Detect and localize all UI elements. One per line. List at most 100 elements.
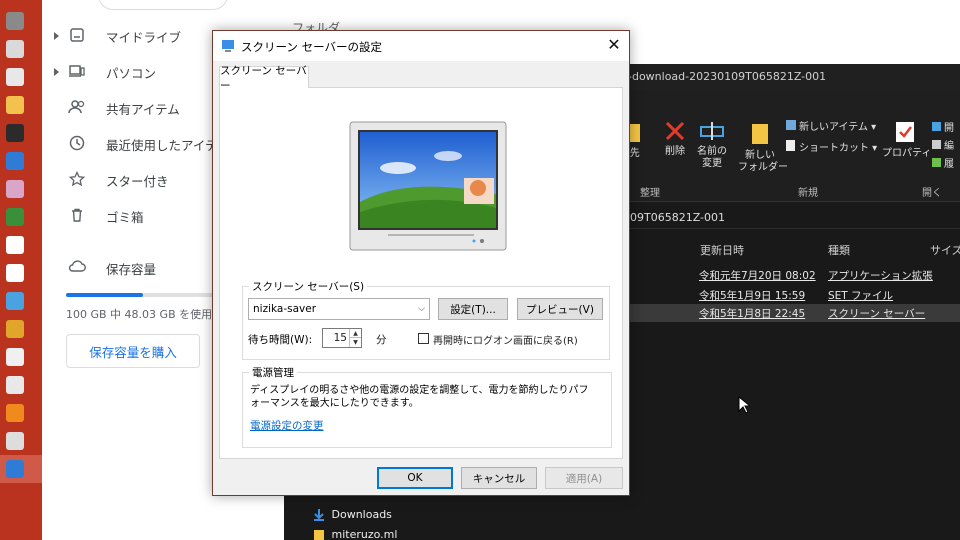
power-settings-link[interactable]: 電源設定の変更	[250, 418, 324, 433]
screensaver-app-icon[interactable]	[6, 460, 24, 478]
monitor-app-icon[interactable]	[6, 152, 24, 170]
window-app-icon[interactable]	[6, 292, 24, 310]
shortcut-button[interactable]: ショートカット ▾	[786, 140, 877, 155]
delete-label: 削除	[665, 146, 685, 157]
screensaver-title-icon	[222, 40, 234, 52]
colorful-app-icon[interactable]	[6, 320, 24, 338]
properties-icon	[896, 122, 914, 142]
history-icon	[932, 158, 941, 167]
orange-app-icon[interactable]	[6, 404, 24, 422]
apply-button[interactable]: 適用(A)	[545, 467, 623, 489]
expand-caret-icon[interactable]	[54, 68, 59, 76]
new-item-icon	[786, 120, 796, 130]
rename-button[interactable]: 名前の 変更	[694, 120, 730, 170]
buy-storage-button[interactable]: 保存容量を購入	[66, 334, 200, 368]
rename-icon	[700, 122, 724, 140]
column-header-size[interactable]: サイズ	[930, 242, 960, 258]
new-folder-icon	[752, 124, 768, 144]
column-header-modified[interactable]: 更新日時	[700, 242, 744, 258]
wait-time-unit: 分	[376, 334, 387, 346]
photo-app-icon[interactable]	[6, 180, 24, 198]
edit-icon	[932, 140, 941, 149]
clock-icon	[68, 135, 86, 153]
printer-app-icon[interactable]	[6, 264, 24, 282]
expand-caret-icon[interactable]	[54, 32, 59, 40]
new-item-label: 新しいアイテム ▾	[799, 122, 877, 133]
nav-label: 共有アイテム	[106, 101, 180, 117]
new-item-button[interactable]: 新しいアイテム ▾	[786, 120, 876, 134]
nav-downloads-label: Downloads	[331, 508, 392, 521]
screensaver-select[interactable]: nizika-saver ⌵	[248, 298, 430, 320]
network-icon[interactable]	[6, 40, 24, 58]
power-group-label: 電源管理	[249, 365, 297, 380]
star-icon	[68, 170, 86, 189]
cancel-button[interactable]: キャンセル	[461, 467, 537, 489]
screensaver-selected-value: nizika-saver	[253, 303, 317, 315]
tab-panel-screensaver: スクリーン セーバー(S) nizika-saver ⌵ 設定(T)... プレ…	[219, 87, 623, 459]
file-date: 令和5年1月9日 15:59	[699, 290, 806, 302]
delete-button[interactable]: 削除	[662, 120, 688, 158]
download-arrow-icon	[314, 509, 324, 521]
ribbon-group-open: 開く	[922, 188, 942, 199]
film-icon[interactable]	[6, 124, 24, 142]
properties-label: プロパティ	[882, 148, 932, 159]
nav-label: パソコン	[106, 65, 157, 81]
file-date: 令和元年7月20日 08:02	[699, 270, 816, 282]
taskbar	[0, 0, 42, 540]
folder-app-icon[interactable]	[6, 376, 24, 394]
character-app-icon[interactable]	[6, 96, 24, 114]
power-description: ディスプレイの明るさや他の電源の設定を調整して、電力を節約したりパフォーマンスを…	[250, 385, 589, 409]
wait-time-stepper[interactable]: 15 ▲ ▼	[322, 328, 362, 348]
delete-x-icon	[665, 121, 685, 141]
tab-screensaver[interactable]: スクリーン セーバー	[219, 65, 309, 92]
cube-app-icon[interactable]	[6, 236, 24, 254]
settings-button[interactable]: 設定(T)...	[438, 298, 508, 320]
logon-checkbox-label[interactable]: 再開時にログオン画面に戻る(R)	[433, 332, 578, 347]
trash-icon	[68, 207, 86, 225]
wait-time-value: 15	[333, 332, 347, 344]
file-row[interactable]: 令和5年1月9日 15:59 SET ファイル	[630, 286, 960, 304]
dialog-titlebar[interactable]: スクリーン セーバーの設定 ✕	[213, 31, 629, 61]
computer-icon	[68, 63, 86, 81]
spin-up-icon[interactable]: ▲	[349, 329, 361, 338]
ribbon-group-new: 新規	[798, 188, 818, 199]
screensaver-group-label: スクリーン セーバー(S)	[249, 279, 368, 294]
green-app-icon[interactable]	[6, 208, 24, 226]
music-app-icon[interactable]	[6, 348, 24, 366]
explorer-navigation-pane: Downloads miteruzo.ml	[284, 490, 430, 540]
open-icon	[932, 122, 941, 131]
file-row[interactable]: 令和元年7月20日 08:02 アプリケーション拡張	[630, 266, 960, 284]
mail-icon[interactable]	[6, 68, 24, 86]
drive-icon	[68, 27, 86, 45]
open-button[interactable]: 開	[932, 122, 954, 135]
address-path: 09T065821Z-001	[630, 211, 726, 224]
mouse-cursor-icon	[738, 396, 750, 414]
file-date: 令和5年1月8日 22:45	[699, 308, 806, 320]
spin-down-icon[interactable]: ▼	[349, 338, 361, 347]
file-type: スクリーン セーバー	[828, 308, 926, 320]
history-button[interactable]: 履	[932, 158, 954, 171]
chrome-icon[interactable]	[6, 12, 24, 30]
storage-progress-bar	[66, 293, 226, 297]
close-icon[interactable]: ✕	[599, 31, 629, 61]
nav-label: スター付き	[106, 173, 169, 189]
nav-downloads[interactable]: Downloads	[314, 508, 392, 521]
ok-button[interactable]: OK	[377, 467, 453, 489]
new-folder-button[interactable]: 新しい フォルダー	[738, 120, 788, 174]
dialog-title: スクリーン セーバーの設定	[241, 40, 382, 54]
new-button[interactable]	[98, 0, 228, 10]
file-row-selected[interactable]: 令和5年1月8日 22:45 スクリーン セーバー	[630, 304, 960, 322]
edit-button[interactable]: 編	[932, 140, 954, 153]
storage-progress-fill	[66, 293, 143, 297]
properties-button[interactable]: プロパティ	[882, 120, 932, 160]
logon-checkbox[interactable]	[418, 333, 429, 344]
nav-label: 保存容量	[106, 261, 157, 277]
nav-label: マイドライブ	[106, 29, 182, 45]
cloud-icon	[68, 259, 86, 277]
screensaver-settings-dialog: スクリーン セーバーの設定 ✕ スクリーン セーバー スクリーン セーバー(S)	[212, 30, 630, 496]
nav-miteruzo[interactable]: miteruzo.ml	[314, 528, 397, 540]
column-header-type[interactable]: 種類	[828, 242, 850, 258]
preview-button[interactable]: プレビュー(V)	[517, 298, 603, 320]
new-folder-label: 新しい フォルダー	[738, 150, 788, 173]
pen-app-icon[interactable]	[6, 432, 24, 450]
